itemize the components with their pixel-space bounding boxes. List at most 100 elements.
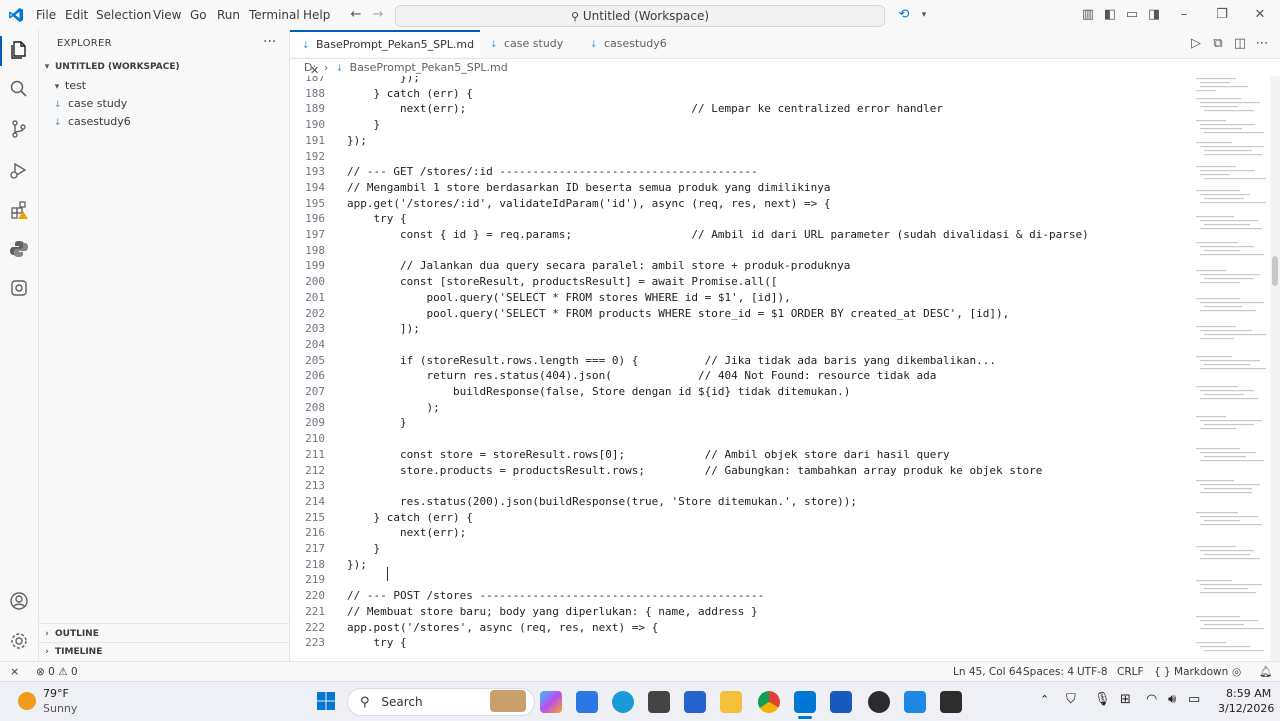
chrome-browser-icon[interactable] [758, 691, 780, 713]
customize-layout-icon[interactable]: ▥ [1080, 7, 1096, 23]
open-preview-icon[interactable]: ⧉ [1210, 36, 1226, 52]
toggle-panel-icon[interactable]: ▭ [1124, 7, 1140, 23]
code-line[interactable]: buildResponse(false, Store dengan id ${i… [347, 384, 850, 400]
cursor-position[interactable]: Ln 45, Col 64 [953, 662, 1022, 682]
vscode-taskbar-icon[interactable] [794, 691, 816, 713]
copilot-icon[interactable]: ⟲ [896, 7, 912, 23]
calculator-app-icon[interactable] [904, 691, 926, 713]
menu-run[interactable]: Run [217, 0, 240, 30]
clock-date[interactable]: 3/12/2026 [1218, 702, 1274, 715]
close-window-icon[interactable]: ✕ [1252, 7, 1268, 23]
breadcrumb-drive[interactable]: D: [304, 61, 316, 74]
outline-section[interactable]: › OUTLINE [39, 625, 289, 643]
code-line[interactable]: }); [347, 557, 367, 573]
more-actions-icon[interactable]: ⋯ [1254, 36, 1270, 52]
store-app-icon[interactable] [576, 691, 598, 713]
more-actions-icon[interactable]: ··· [263, 34, 276, 50]
code-line[interactable]: }); [347, 76, 420, 86]
weather-temp[interactable]: 79°F [43, 687, 69, 700]
remote-explorer-icon[interactable] [9, 278, 29, 298]
code-line[interactable]: } [347, 117, 380, 133]
weather-desc[interactable]: Sunny [43, 702, 77, 715]
wifi-icon[interactable]: ◠ [1146, 692, 1157, 707]
vertical-scrollbar[interactable] [1270, 76, 1280, 662]
code-line[interactable]: const { id } = req.params; // Ambil id d… [347, 227, 1089, 243]
clock-time[interactable]: 8:59 AM [1226, 687, 1271, 700]
code-line[interactable]: store.products = productsResult.rows; //… [347, 463, 1042, 479]
code-line[interactable]: // Membuat store baru; body yang diperlu… [347, 604, 758, 620]
tab-baseprompt[interactable]: ↓ BasePrompt_Pekan5_SPL.md✕ [290, 30, 480, 77]
code-line[interactable]: pool.query('SELECT * FROM products WHERE… [347, 306, 1009, 322]
code-line[interactable]: app.get('/stores/:id', validateIdParam('… [347, 196, 830, 212]
line-ending[interactable]: CRLF [1117, 662, 1144, 682]
menu-edit[interactable]: Edit [65, 0, 88, 30]
menu-file[interactable]: File [36, 0, 56, 30]
command-center[interactable]: ⚲ Untitled (Workspace) [395, 5, 885, 27]
workspace-header[interactable]: ▾ UNTITLED (WORKSPACE) [39, 58, 289, 76]
encoding[interactable]: UTF-8 [1077, 662, 1108, 682]
restore-icon[interactable]: ❐ [1214, 7, 1230, 23]
code-line[interactable]: if (storeResult.rows.length === 0) { // … [347, 353, 996, 369]
code-line[interactable]: next(err); // Lempar ke centralized erro… [347, 101, 943, 117]
search-icon[interactable] [9, 79, 29, 99]
chevron-down-icon[interactable]: ▾ [916, 7, 932, 23]
code-line[interactable]: } [347, 541, 380, 557]
code-line[interactable]: app.post('/stores', async (req, res, nex… [347, 620, 658, 636]
security-icon[interactable]: ⛉ [1066, 692, 1076, 707]
code-line[interactable]: }); [347, 133, 367, 149]
code-line[interactable]: return res.status(404).json( // 404 Not … [347, 368, 936, 384]
windows-start-icon[interactable] [316, 691, 336, 711]
menu-view[interactable]: View [153, 0, 181, 30]
folder-test[interactable]: ▾ test [39, 77, 299, 95]
copilot-status-icon[interactable]: ◎ [1232, 662, 1241, 682]
code-line[interactable]: ]); [347, 321, 420, 337]
code-line[interactable]: // Mengambil 1 store berdasarkan ID bese… [347, 180, 830, 196]
dev-app-icon[interactable] [648, 691, 670, 713]
accounts-icon[interactable] [9, 591, 29, 611]
language-mode[interactable]: { } Markdown [1154, 662, 1228, 682]
run-icon[interactable]: ▷ [1188, 36, 1204, 52]
minimap[interactable] [1190, 76, 1270, 662]
word-app-icon[interactable] [830, 691, 852, 713]
code-line[interactable]: // --- POST /stores --------------------… [347, 588, 764, 604]
copilot-app-icon[interactable] [540, 691, 562, 713]
back-arrow-icon[interactable]: ← [348, 7, 364, 23]
code-line[interactable]: const store = storeResult.rows[0]; // Am… [347, 447, 950, 463]
scrollbar-thumb[interactable] [1272, 256, 1278, 286]
timeline-section[interactable]: › TIMELINE [39, 643, 289, 661]
code-line[interactable]: try { [347, 211, 406, 227]
notifications-icon[interactable]: 🔔︎ [1259, 662, 1272, 682]
code-line[interactable]: // Jalankan dua query secara paralel: am… [347, 258, 850, 274]
volume-icon[interactable]: 🔊︎ [1168, 692, 1176, 707]
menu-help[interactable]: Help [303, 0, 330, 30]
code-line[interactable]: } [347, 415, 407, 431]
breadcrumb-file[interactable]: BasePrompt_Pekan5_SPL.md [350, 61, 508, 74]
settings-gear-icon[interactable] [9, 631, 29, 651]
python-icon[interactable] [9, 239, 29, 259]
edge-browser-icon[interactable] [612, 691, 634, 713]
file-item-casestudy6[interactable]: ↓ casestudy6 [39, 113, 304, 131]
remote-indicator-icon[interactable]: ⨯ [10, 662, 19, 682]
forward-arrow-icon[interactable]: → [370, 7, 386, 23]
code-line[interactable]: } catch (err) { [347, 510, 472, 526]
minimize-icon[interactable]: – [1176, 7, 1192, 23]
network-icon[interactable]: ⊞ [1120, 692, 1131, 707]
code-line[interactable]: // --- GET /stores/:id -----------------… [347, 164, 758, 180]
github-desktop-icon[interactable] [868, 691, 890, 713]
file-item-case-study[interactable]: ↓ case study [39, 95, 304, 113]
menu-selection[interactable]: Selection [96, 0, 151, 30]
code-line[interactable]: pool.query('SELECT * FROM stores WHERE i… [347, 290, 790, 306]
indentation[interactable]: Spaces: 4 [1023, 662, 1074, 682]
split-editor-icon[interactable]: ◫ [1232, 36, 1248, 52]
source-control-icon[interactable] [9, 119, 29, 139]
tab-case-study[interactable]: ↓ case study [480, 30, 580, 58]
code-editor[interactable]: 187 }); 188 } catch (err) {189 next(err);… [290, 76, 1190, 662]
microphone-icon[interactable]: 🎙︎ [1094, 692, 1111, 707]
menu-terminal[interactable]: Terminal [249, 0, 300, 30]
code-line[interactable]: } catch (err) { [347, 86, 472, 102]
code-line[interactable]: next(err); [347, 525, 466, 541]
menu-go[interactable]: Go [190, 0, 207, 30]
toggle-primary-sidebar-icon[interactable]: ◧ [1102, 7, 1118, 23]
code-line[interactable]: const [storeResult, productsResult] = aw… [347, 274, 778, 290]
battery-icon[interactable]: ▭ [1188, 692, 1200, 707]
